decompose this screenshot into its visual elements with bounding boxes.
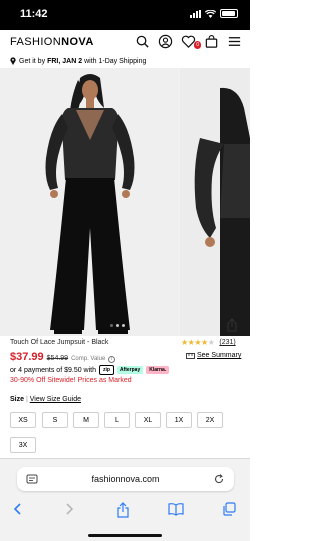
product-name: Touch Of Lace Jumpsuit - Black — [10, 339, 109, 346]
gallery-dot[interactable] — [110, 324, 113, 327]
product-rating[interactable]: ★★★★★ (231) — [181, 338, 236, 347]
wifi-icon — [205, 9, 216, 18]
star-icon: ★ — [207, 338, 215, 347]
gallery-dot[interactable] — [122, 324, 125, 327]
search-icon[interactable] — [135, 34, 150, 49]
fashion-nova-logo[interactable]: FASHIONNOVA — [10, 36, 94, 48]
gallery-pagination-dots[interactable] — [110, 324, 125, 327]
shopping-bag-icon[interactable] — [204, 34, 219, 49]
site-header: FASHIONNOVA 0 — [0, 30, 250, 54]
compare-price: $54.99 — [46, 355, 69, 362]
size-label: Size — [10, 396, 25, 403]
header-icons: 0 — [135, 34, 242, 49]
product-photo-main — [0, 68, 178, 336]
wishlist-button[interactable]: 0 — [181, 34, 201, 49]
account-icon[interactable] — [158, 34, 173, 49]
home-indicator — [88, 534, 162, 537]
address-bar[interactable]: fashionnova.com — [17, 467, 234, 491]
size-guide-link[interactable]: View Size Guide — [30, 396, 81, 403]
zip-badge[interactable]: zip — [99, 365, 114, 375]
safari-bottom-bar: fashionnova.com — [0, 458, 250, 541]
share-sheet-icon[interactable] — [116, 502, 130, 518]
review-count-link[interactable]: (231) — [219, 339, 235, 346]
size-option-xs[interactable]: XS — [10, 412, 36, 428]
location-pin-icon — [10, 57, 16, 65]
size-option-s[interactable]: S — [42, 412, 68, 428]
shipping-suffix: with 1-Day Shipping — [84, 57, 147, 65]
klarna-badge[interactable]: Klarna. — [146, 366, 170, 374]
shipping-prefix: Get it by — [19, 57, 46, 65]
cellular-signal-icon — [190, 9, 201, 18]
installments-row: or 4 payments of $9.50 with zip Afterpay… — [10, 365, 170, 375]
current-price: $37.99 — [10, 351, 44, 363]
star-icon: ★ — [194, 338, 202, 347]
product-image-gallery[interactable] — [0, 68, 250, 336]
sale-banner-text: 30-90% Off Sitewide! Prices as Marked — [10, 377, 132, 384]
star-icon: ★ — [181, 338, 188, 347]
shipping-date: FRI, JAN 2 — [47, 57, 83, 65]
back-icon[interactable] — [12, 502, 24, 516]
size-option-m[interactable]: M — [73, 412, 99, 428]
star-icon: ★ — [201, 338, 208, 347]
shipping-banner: Get it by FRI, JAN 2 with 1-Day Shipping — [0, 54, 250, 68]
see-summary-label: See Summary — [197, 352, 242, 359]
bookmarks-icon[interactable] — [168, 502, 184, 516]
reload-icon[interactable] — [213, 473, 225, 485]
size-option-l[interactable]: L — [104, 412, 130, 428]
rating-stars: ★★★★★ — [181, 338, 215, 347]
wishlist-count-badge: 0 — [194, 41, 201, 49]
info-icon[interactable]: i — [108, 356, 116, 363]
status-time: 11:42 — [20, 8, 48, 20]
safari-toolbar — [0, 499, 250, 521]
size-option-1x[interactable]: 1X — [166, 412, 192, 428]
share-icon[interactable] — [226, 318, 238, 332]
price-row: $37.99 $54.99 Comp. Value i — [10, 351, 116, 363]
size-heading: Size | View Size Guide — [10, 396, 81, 403]
hamburger-menu-icon[interactable] — [227, 34, 242, 49]
tabs-icon[interactable] — [222, 502, 236, 516]
ruler-icon — [186, 352, 195, 359]
gallery-dot[interactable] — [116, 324, 119, 327]
size-option-xl[interactable]: XL — [135, 412, 161, 428]
product-photo-next — [180, 68, 250, 336]
installments-text: or 4 payments of $9.50 with — [10, 366, 96, 374]
size-option-2x[interactable]: 2X — [197, 412, 223, 428]
size-option-3x[interactable]: 3X — [10, 437, 36, 453]
status-icons — [190, 9, 238, 18]
ios-status-bar: 11:42 — [0, 0, 250, 30]
url-text: fashionnova.com — [91, 474, 160, 484]
forward-icon[interactable] — [63, 502, 75, 516]
battery-icon — [220, 9, 238, 18]
compare-value-label: Comp. Value — [71, 356, 106, 362]
afterpay-badge[interactable]: Afterpay — [116, 366, 144, 374]
see-summary-link[interactable]: See Summary — [186, 352, 241, 359]
